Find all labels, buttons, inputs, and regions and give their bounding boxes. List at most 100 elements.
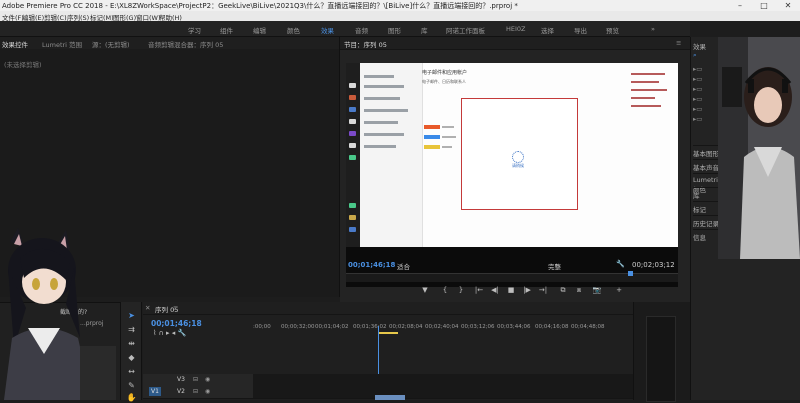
tab-lumetri-scopes[interactable]: Lumetri 范围	[42, 39, 82, 49]
extract-button[interactable]: ⧈	[574, 285, 584, 295]
track-select-tool-icon[interactable]: ⇉	[126, 324, 137, 335]
mark-out-button[interactable]: }	[456, 285, 466, 295]
workspace-hei0z[interactable]: HEI0Z	[506, 25, 526, 33]
program-video-frame[interactable]: 电子邮件和应用帐户 电子邮件、日历和联系人 请稍候	[346, 63, 678, 287]
account-icon	[424, 135, 440, 139]
zoom-fit-dropdown[interactable]: 适合	[397, 261, 410, 271]
program-current-timecode[interactable]: 00;01;46;18	[348, 261, 395, 269]
workspace-audio[interactable]: 音频	[355, 25, 368, 35]
nav-line	[364, 75, 394, 78]
workspace-export[interactable]: 导出	[574, 25, 587, 35]
nav-line	[364, 121, 398, 124]
loading-text: 请稍候	[512, 163, 524, 168]
step-forward-button[interactable]: |▶	[522, 285, 532, 295]
folder-icon[interactable]: ▸▭	[693, 115, 702, 123]
workspace-editing[interactable]: 编辑	[253, 25, 266, 35]
panel-menu-icon[interactable]: ≡	[173, 304, 178, 312]
eye-icon[interactable]: ◉	[205, 388, 210, 395]
vtuber-character-overlay	[0, 228, 120, 400]
workspace-preview[interactable]: 预览	[606, 25, 619, 35]
close-icon[interactable]: ✕	[145, 304, 150, 312]
close-button[interactable]: ✕	[776, 0, 800, 11]
folder-icon[interactable]: ▸▭	[693, 85, 702, 93]
panel-info[interactable]: 信息	[693, 229, 721, 242]
panel-essential-graphics[interactable]: 基本图形	[693, 145, 721, 158]
workspace-effects[interactable]: 效果	[319, 25, 336, 39]
ruler-tick: 00;04;16;08	[535, 324, 569, 330]
slip-tool-icon[interactable]: ↔	[126, 366, 137, 377]
go-to-in-button[interactable]: |←	[474, 285, 484, 295]
streamer-webcam-image	[718, 37, 800, 259]
video-screen-content: 电子邮件和应用帐户 电子邮件、日历和联系人 请稍候	[346, 63, 678, 247]
title-bar: Adobe Premiere Pro CC 2018 - E:\XL8ZWork…	[0, 0, 800, 11]
panel-effects[interactable]: 效果	[693, 41, 706, 51]
go-to-out-button[interactable]: →|	[538, 285, 548, 295]
stop-button[interactable]: ■	[506, 285, 516, 295]
workspace-select[interactable]: 选择	[541, 25, 554, 35]
workspace-custom[interactable]: 阿诺工作面板	[446, 25, 485, 35]
button-editor-button[interactable]: +	[614, 285, 624, 295]
tab-source[interactable]: 源：(无剪辑)	[92, 39, 130, 49]
track-body-v2[interactable]	[253, 386, 633, 399]
app-icon	[349, 95, 356, 100]
mark-in-button[interactable]: {	[440, 285, 450, 295]
source-patch-toggle[interactable]: V1	[149, 387, 161, 396]
workspace-assembly[interactable]: 组件	[220, 25, 233, 35]
panel-essential-sound[interactable]: 基本声音	[693, 159, 721, 172]
hand-tool-icon[interactable]: ✋	[126, 392, 137, 403]
sync-lock-icon[interactable]: ⊟	[193, 376, 198, 383]
account-line	[442, 126, 454, 128]
lift-button[interactable]: ⧉	[558, 285, 568, 295]
maximize-button[interactable]: □	[752, 0, 776, 11]
tab-program[interactable]: 节目：序列 05	[344, 39, 387, 49]
export-frame-button[interactable]: 📷	[592, 285, 602, 295]
note-line	[631, 97, 655, 99]
tools-panel: ➤ ⇉ ⇹ ◆ ↔ ✎ ✋	[120, 302, 142, 403]
note-line	[631, 105, 661, 107]
playback-resolution-dropdown[interactable]: 完整	[548, 261, 561, 271]
workspace-libraries[interactable]: 库	[421, 25, 428, 35]
audio-level-bar	[646, 316, 676, 402]
app-icon	[349, 203, 356, 208]
folder-icon[interactable]: ▸▭	[693, 105, 702, 113]
timeline-ruler[interactable]: :00;00 00;00;32;00 00;01;04;02 00;01;36;…	[253, 322, 633, 334]
note-line	[631, 73, 665, 75]
panel-libraries[interactable]: 库	[693, 187, 721, 200]
panel-history[interactable]: 历史记录	[693, 215, 721, 228]
app-icon	[349, 155, 356, 160]
app-icon	[349, 107, 356, 112]
selection-tool-icon[interactable]: ➤	[126, 310, 137, 321]
snap-icon[interactable]: ⌇ ∩ ▸ ◂ 🔧	[153, 329, 186, 337]
work-area-marker[interactable]	[378, 332, 398, 334]
ripple-edit-tool-icon[interactable]: ⇹	[126, 338, 137, 349]
ruler-tick: 00;03;44;06	[497, 324, 531, 330]
workspace-overflow-button[interactable]: »	[651, 25, 655, 33]
settings-nav	[360, 63, 423, 247]
folder-icon[interactable]: ▸▭	[693, 65, 702, 73]
folder-icon[interactable]: ▸▭	[693, 75, 702, 83]
search-icon[interactable]: ⌕	[693, 51, 697, 60]
tab-audio-clip-mixer[interactable]: 音频剪辑混合器：序列 05	[148, 39, 223, 49]
wrench-icon[interactable]: 🔧	[616, 260, 625, 268]
tab-effect-controls[interactable]: 效果控件	[2, 39, 28, 49]
add-marker-button[interactable]: ▼	[420, 285, 430, 295]
panel-menu-icon[interactable]: ≡	[676, 39, 681, 47]
sync-lock-icon[interactable]: ⊟	[193, 388, 198, 395]
app-icon	[349, 119, 356, 124]
eye-icon[interactable]: ◉	[205, 376, 210, 383]
folder-icon[interactable]: ▸▭	[693, 95, 702, 103]
workspace-learn[interactable]: 学习	[188, 25, 201, 35]
ruler-tick: 00;04;48;08	[571, 324, 605, 330]
panel-markers[interactable]: 标记	[693, 201, 721, 214]
program-playhead[interactable]	[628, 271, 633, 276]
pen-tool-icon[interactable]: ✎	[126, 380, 137, 391]
minimize-button[interactable]: –	[728, 0, 752, 11]
ruler-tick: :00;00	[253, 324, 271, 330]
workspace-color[interactable]: 颜色	[287, 25, 300, 35]
workspace-graphics[interactable]: 图形	[388, 25, 401, 35]
step-back-button[interactable]: ◀|	[490, 285, 500, 295]
razor-tool-icon[interactable]: ◆	[126, 352, 137, 363]
video-clip[interactable]	[375, 395, 405, 400]
nav-line	[364, 145, 396, 148]
timeline-timecode[interactable]: 00;01;46;18	[151, 319, 202, 328]
